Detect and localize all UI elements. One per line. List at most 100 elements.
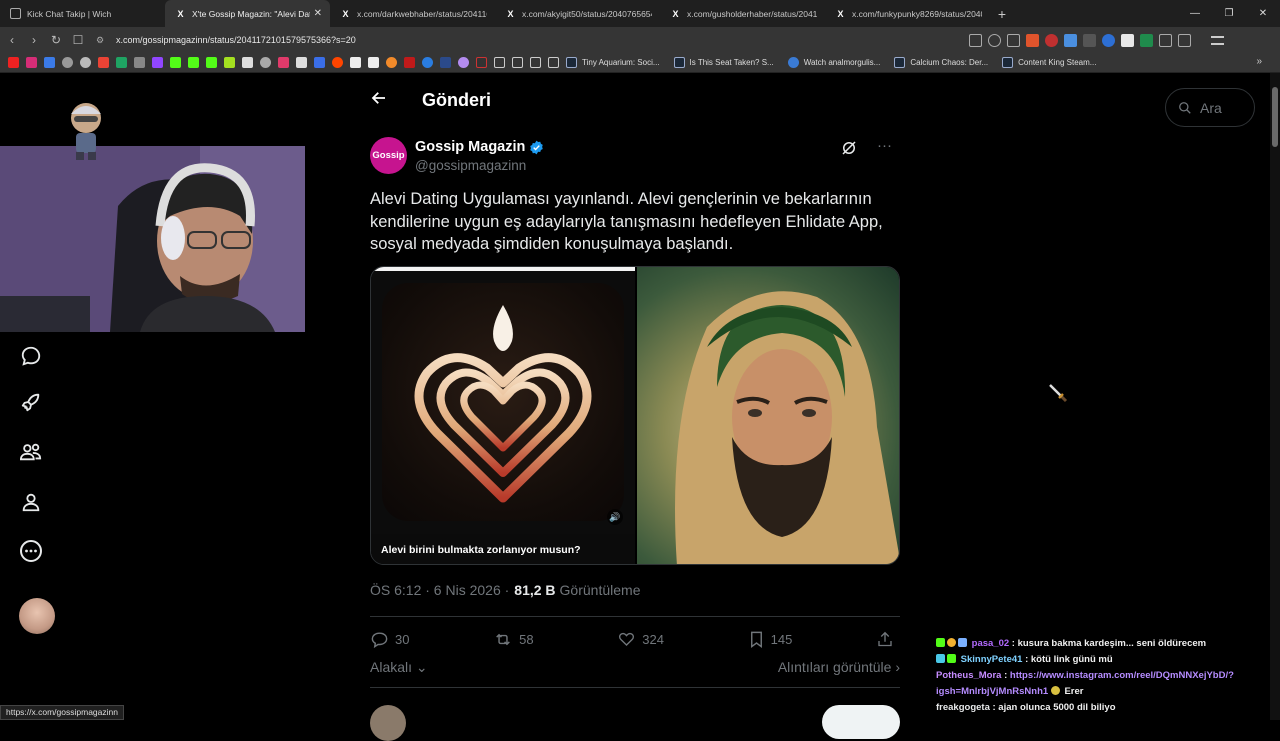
reply-composer-avatar[interactable] bbox=[370, 705, 406, 741]
tab-gossip-magazin[interactable]: X X'te Gossip Magazin: "Alevi Dati ✕ bbox=[165, 0, 330, 27]
bookmark-icon[interactable] bbox=[404, 57, 415, 68]
more-bookmarks-icon[interactable]: » bbox=[1256, 56, 1262, 67]
site-info-icon[interactable]: ⚙ bbox=[96, 35, 110, 46]
bookmark-content-king[interactable]: Content King Steam... bbox=[1000, 57, 1096, 68]
twitch-icon[interactable] bbox=[152, 57, 163, 68]
account-avatar[interactable] bbox=[19, 598, 55, 634]
author-handle[interactable]: @gossipmagazinn bbox=[415, 158, 526, 173]
folder-icon[interactable] bbox=[512, 57, 523, 68]
author-name[interactable]: Gossip Magazin bbox=[415, 139, 525, 155]
youtube-icon[interactable] bbox=[8, 57, 19, 68]
folder-icon[interactable] bbox=[530, 57, 541, 68]
close-window-icon[interactable]: ✕ bbox=[1246, 0, 1280, 27]
back-arrow-icon[interactable] bbox=[370, 89, 404, 112]
page-scrollbar[interactable] bbox=[1270, 73, 1280, 720]
bookmark-calcium-chaos[interactable]: Calcium Chaos: Der... bbox=[892, 57, 988, 68]
author-name-row[interactable]: Gossip Magazin bbox=[415, 139, 544, 155]
kick-icon[interactable] bbox=[206, 57, 217, 68]
bookmark-page-icon[interactable]: ☐ bbox=[68, 33, 88, 47]
reply-submit-button[interactable] bbox=[822, 705, 900, 739]
bookmark-icon[interactable] bbox=[386, 57, 397, 68]
bookmark-icon[interactable] bbox=[476, 57, 487, 68]
bookmark-icon[interactable] bbox=[224, 57, 235, 68]
like-button[interactable]: 324 bbox=[617, 630, 664, 648]
profile-icon[interactable] bbox=[18, 489, 44, 515]
rocket-icon[interactable] bbox=[18, 389, 44, 415]
bookmark-icon[interactable] bbox=[134, 57, 145, 68]
tab-label: Kick Chat Takip | Wich bbox=[27, 8, 112, 19]
tab-akyigit50[interactable]: X x.com/akyigit50/status/20407656548 bbox=[495, 0, 660, 27]
bookmark-seat-taken[interactable]: Is This Seat Taken? S... bbox=[672, 57, 774, 68]
post-timestamp[interactable]: ÖS 6:12 · 6 Nis 2026 · bbox=[370, 582, 509, 598]
volume-icon[interactable]: 🔊 bbox=[607, 509, 623, 525]
globe-icon[interactable] bbox=[80, 57, 91, 68]
share-button[interactable] bbox=[876, 630, 900, 649]
tab-darkwebhaber[interactable]: X x.com/darkwebhaber/status/204116 bbox=[330, 0, 495, 27]
communities-icon[interactable] bbox=[18, 439, 44, 465]
author-avatar[interactable]: Gossip bbox=[370, 137, 407, 174]
globe-icon[interactable] bbox=[62, 57, 73, 68]
related-dropdown[interactable]: Alakalı ⌄ bbox=[370, 659, 428, 676]
more-icon[interactable]: ··· bbox=[877, 137, 892, 154]
bookmark-icon[interactable] bbox=[260, 57, 271, 68]
bookmark-button[interactable]: 145 bbox=[748, 630, 792, 649]
reload-icon[interactable]: ↻ bbox=[46, 33, 66, 47]
bookmark-icon[interactable] bbox=[314, 57, 325, 68]
bookmark-icon[interactable] bbox=[458, 57, 469, 68]
sidebar-icon[interactable] bbox=[1178, 33, 1191, 47]
cast-icon[interactable] bbox=[969, 33, 982, 47]
tab-kick-chat[interactable]: Kick Chat Takip | Wich bbox=[0, 0, 165, 27]
bookmark-icon[interactable] bbox=[422, 57, 433, 68]
scrollbar-thumb[interactable] bbox=[1272, 87, 1278, 147]
view-quotes-link[interactable]: Alıntıları görüntüle › bbox=[778, 659, 900, 676]
extension-icon[interactable] bbox=[1064, 33, 1077, 47]
drive-icon[interactable] bbox=[116, 57, 127, 68]
extension-icon[interactable] bbox=[1121, 33, 1134, 47]
gmail-icon[interactable] bbox=[98, 57, 109, 68]
media-video[interactable]: 🔊 Alevi birini bulmakta zorlanıyor musun… bbox=[371, 267, 635, 564]
bookmark-tiny-aquarium[interactable]: Tiny Aquarium: Soci... bbox=[564, 57, 660, 68]
reply-button[interactable]: 30 bbox=[370, 630, 409, 649]
kick-icon[interactable] bbox=[170, 57, 181, 68]
folder-icon[interactable] bbox=[494, 57, 505, 68]
instagram-icon[interactable] bbox=[26, 57, 37, 68]
extension-icon[interactable] bbox=[1045, 33, 1058, 47]
amazon-icon[interactable] bbox=[368, 57, 379, 68]
share-icon[interactable] bbox=[1007, 33, 1020, 47]
new-tab-button[interactable]: + bbox=[990, 6, 1014, 22]
reddit-icon[interactable] bbox=[332, 57, 343, 68]
extension-icon[interactable] bbox=[1102, 33, 1115, 47]
tab-gusholderhaber[interactable]: X x.com/gusholderhaber/status/204116 bbox=[660, 0, 825, 27]
search-input[interactable]: Ara bbox=[1165, 88, 1255, 127]
restore-icon[interactable]: ❐ bbox=[1212, 0, 1246, 27]
minimize-icon[interactable]: — bbox=[1178, 0, 1212, 27]
media-image-portrait[interactable] bbox=[637, 267, 899, 564]
back-icon[interactable]: ‹ bbox=[2, 33, 22, 47]
close-tab-icon[interactable]: ✕ bbox=[314, 8, 322, 19]
grok-icon[interactable] bbox=[840, 139, 858, 157]
brave-shield-icon[interactable] bbox=[1026, 33, 1039, 47]
folder-icon[interactable] bbox=[548, 57, 559, 68]
tab-funkypunky[interactable]: X x.com/funkypunky8269/status/20405 bbox=[825, 0, 990, 27]
forward-icon[interactable]: › bbox=[24, 33, 44, 47]
extension-icon[interactable] bbox=[1140, 33, 1153, 47]
post-media[interactable]: 🔊 Alevi birini bulmakta zorlanıyor musun… bbox=[370, 266, 900, 565]
steam-icon bbox=[566, 57, 577, 68]
x-logo-icon[interactable] bbox=[296, 57, 307, 68]
puzzle-icon[interactable] bbox=[1159, 33, 1172, 47]
bookmark-icon[interactable] bbox=[350, 57, 361, 68]
chat-username: Potheus_Mora bbox=[936, 670, 1002, 681]
zoom-icon[interactable] bbox=[988, 33, 1001, 47]
extension-icon[interactable] bbox=[1083, 33, 1096, 47]
address-bar[interactable]: ⚙ x.com/gossipmagazinn/status/2041172101… bbox=[96, 30, 961, 50]
chat-bubble-icon[interactable] bbox=[18, 343, 44, 369]
translate-icon[interactable] bbox=[44, 57, 55, 68]
anchor-icon[interactable] bbox=[242, 57, 253, 68]
menu-icon[interactable] bbox=[1211, 35, 1224, 45]
bookmark-watch[interactable]: Watch analmorgulis... bbox=[786, 57, 880, 68]
kick-icon[interactable] bbox=[188, 57, 199, 68]
repost-button[interactable]: 58 bbox=[493, 630, 534, 649]
more-options-icon[interactable] bbox=[18, 538, 44, 564]
bookmark-icon[interactable] bbox=[278, 57, 289, 68]
bookmark-icon[interactable] bbox=[440, 57, 451, 68]
